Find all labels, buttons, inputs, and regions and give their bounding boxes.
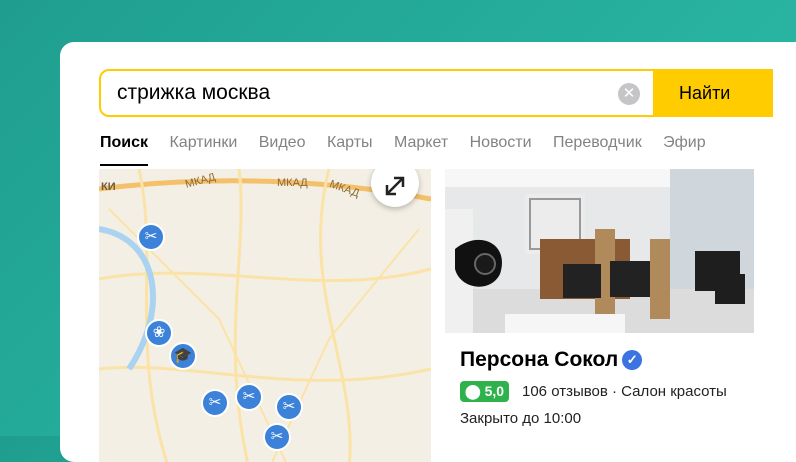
rating-badge: ⬤ 5,0 bbox=[460, 381, 510, 402]
map-label: КИ bbox=[101, 181, 116, 193]
search-tabs: Поиск Картинки Видео Карты Маркет Новост… bbox=[100, 134, 723, 166]
map-roads bbox=[99, 169, 431, 462]
tab-market[interactable]: Маркет bbox=[394, 134, 448, 152]
scissors-icon[interactable]: ✂ bbox=[263, 423, 291, 451]
verified-icon: ✓ bbox=[622, 350, 643, 370]
lotus-icon[interactable]: ❀ bbox=[145, 319, 173, 347]
tab-search[interactable]: Поиск bbox=[100, 134, 149, 166]
scissors-icon[interactable]: ✂ bbox=[201, 389, 229, 417]
tab-video[interactable]: Видео bbox=[259, 134, 306, 152]
map-pin-icon: ⬤ bbox=[465, 383, 481, 399]
search-input[interactable] bbox=[117, 81, 597, 105]
search-button[interactable]: Найти bbox=[653, 69, 773, 117]
tab-translator[interactable]: Переводчик bbox=[553, 134, 642, 152]
salon-photo-image bbox=[445, 169, 754, 333]
tab-images[interactable]: Картинки bbox=[169, 134, 237, 152]
reviews-category[interactable]: 106 отзывов · Салон красоты bbox=[522, 383, 727, 400]
graduation-cap-icon[interactable]: 🎓 bbox=[169, 342, 197, 370]
business-title[interactable]: Персона Сокол ✓ bbox=[460, 348, 643, 372]
scissors-icon[interactable]: ✂ bbox=[235, 383, 263, 411]
rating-value: 5,0 bbox=[484, 383, 505, 399]
opening-hours: Закрыто до 10:00 bbox=[460, 410, 582, 427]
tab-maps[interactable]: Карты bbox=[327, 134, 373, 152]
map[interactable]: КИ МКАД МКАД МКАД ✂ ❀ 🎓 ✂ ✂ ✂ ✂ bbox=[99, 169, 431, 462]
map-label: МКАД bbox=[277, 177, 308, 189]
scissors-icon[interactable]: ✂ bbox=[275, 393, 303, 421]
salon-photo[interactable] bbox=[445, 169, 754, 333]
tab-efir[interactable]: Эфир bbox=[663, 134, 706, 152]
search-results-card: ✕ Найти Поиск Картинки Видео Карты Марке… bbox=[60, 42, 796, 462]
clear-icon[interactable]: ✕ bbox=[618, 83, 640, 105]
expand-icon bbox=[385, 176, 405, 196]
tab-news[interactable]: Новости bbox=[470, 134, 532, 152]
expand-map-button[interactable] bbox=[371, 169, 419, 207]
scissors-icon[interactable]: ✂ bbox=[137, 223, 165, 251]
business-name[interactable]: Персона Сокол bbox=[460, 348, 618, 371]
